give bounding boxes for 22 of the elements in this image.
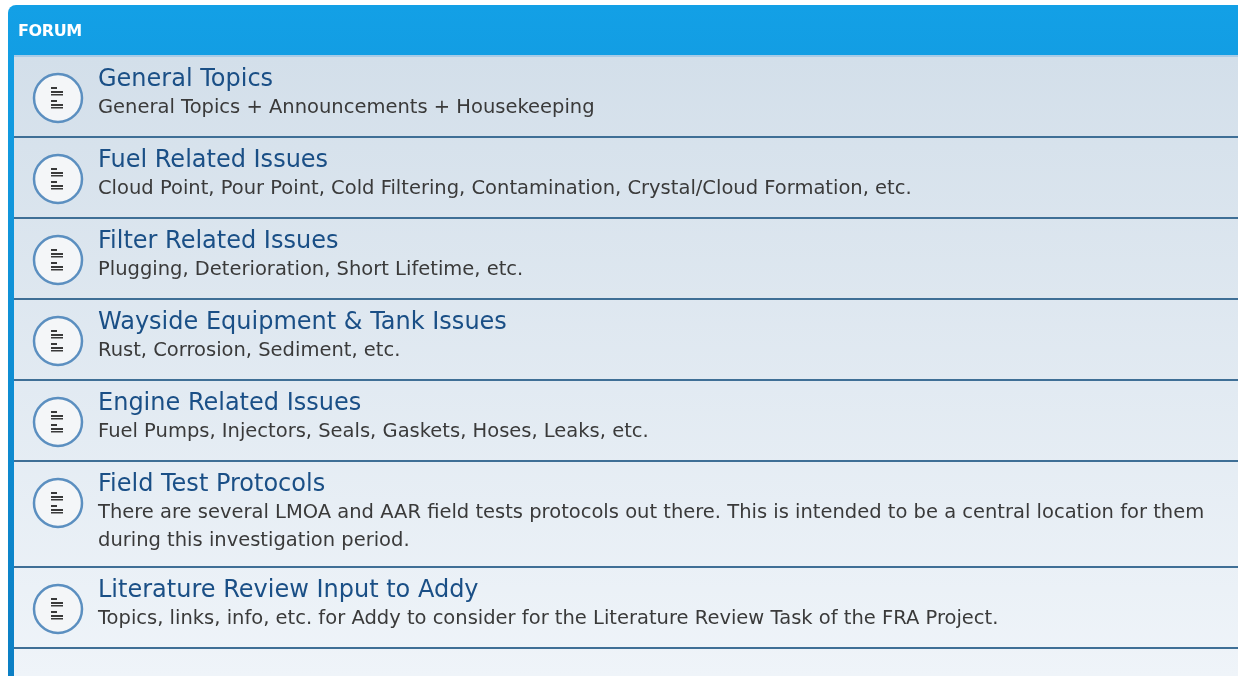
forum-description: There are several LMOA and AAR field tests protocols out there. This is intended to be a central location for them during this investigation period. [98,499,1206,553]
forum-title-link[interactable]: Wayside Equipment & Tank Issues [98,306,507,336]
forum-title-link[interactable]: Literature Review Input to Addy [98,574,479,604]
forum-icon [32,477,84,529]
forum-title-link[interactable]: Field Test Protocols [98,468,326,498]
forum-description: Topics, links, info, etc. for Addy to consider for the Literature Review Task of the FRA Project. [98,605,999,631]
forum-icon [32,234,84,286]
forum-title-link[interactable]: Filter Related Issues [98,225,339,255]
forum-title-link[interactable]: General Topics [98,63,274,93]
forum-icon [32,396,84,448]
forum-icon [32,72,84,124]
forum-description: Rust, Corrosion, Sediment, etc. [98,337,401,363]
forum-description: Cloud Point, Pour Point, Cold Filtering, Contamination, Crystal/Cloud Formation, etc. [98,175,912,201]
forum-icon [32,153,84,205]
forum-title-link[interactable]: Engine Related Issues [98,387,362,417]
forum-title-link[interactable]: Fuel Related Issues [98,144,329,174]
forum-description: Plugging, Deterioration, Short Lifetime, etc. [98,256,524,282]
forum-heading: FORUM [18,20,82,42]
forum-description: General Topics + Announcements + Housekeeping [98,94,595,120]
forum-description: Fuel Pumps, Injectors, Seals, Gaskets, Hoses, Leaks, etc. [98,418,649,444]
forum-icon [32,583,84,635]
forum-icon [32,315,84,367]
